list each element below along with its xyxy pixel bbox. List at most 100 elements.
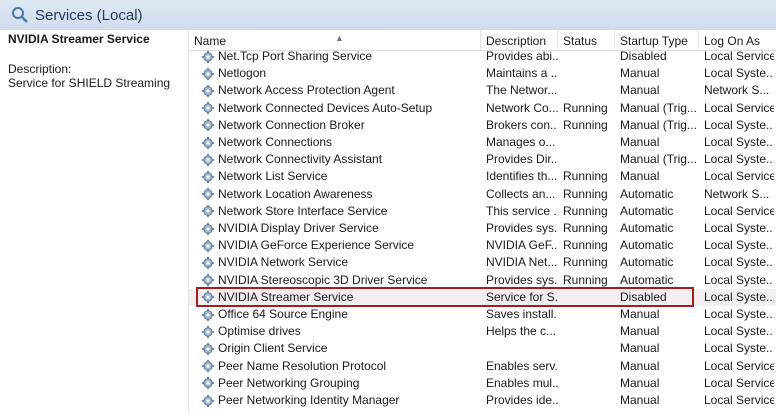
gear-icon	[201, 101, 215, 115]
services-search-icon	[12, 7, 28, 23]
service-status-cell	[563, 134, 617, 151]
service-row[interactable]: Peer Networking Identity Manager Provides…	[189, 392, 776, 409]
service-row[interactable]: Network List Service Identifies th... Runn…	[189, 168, 776, 185]
service-log-on-as-cell: Local Service	[704, 393, 774, 407]
gear-icon	[201, 187, 215, 201]
service-row[interactable]: Network Connected Devices Auto-Setup Netw…	[189, 100, 776, 117]
service-row[interactable]: NVIDIA Network Service NVIDIA Net... Runni…	[189, 254, 776, 271]
service-description-cell: Maintains a ...	[486, 66, 558, 81]
service-name-cell: Peer Name Resolution Protocol	[201, 358, 483, 375]
service-status-cell	[563, 375, 617, 392]
service-row[interactable]: Optimise drives Helps the c... Manual Local…	[189, 323, 776, 340]
service-startup-type-cell: Automatic	[620, 221, 674, 235]
service-status-cell: Running	[563, 238, 608, 253]
column-header-log-on-as[interactable]: Log On As	[699, 30, 776, 50]
service-name: NVIDIA GeForce Experience Service	[218, 238, 415, 253]
service-row[interactable]: NVIDIA Display Driver Service Provides sy…	[189, 220, 776, 237]
service-startup-type-cell: Automatic	[620, 203, 674, 218]
service-description-cell: Provides sys...	[486, 272, 558, 287]
service-name: Network Connected Devices Auto-Setup	[218, 100, 433, 115]
service-description-cell: Service for S...	[486, 289, 558, 304]
service-name-cell: Netlogon	[201, 65, 483, 82]
gear-icon	[201, 67, 215, 81]
service-row[interactable]: Network Location Awareness Collects an...…	[189, 186, 776, 203]
service-description-cell: Helps the c...	[486, 324, 557, 339]
service-name: Network Connection Broker	[218, 117, 365, 132]
service-name: NVIDIA Stereoscopic 3D Driver Service	[218, 272, 428, 287]
service-name-cell: Peer Networking Identity Manager	[201, 392, 483, 409]
gear-icon	[201, 273, 215, 287]
services-table: Name ▲ Description Status Startup Type L…	[189, 30, 776, 412]
service-name-cell: Network Connection Broker	[201, 117, 483, 134]
service-startup-type-cell: Manual (Trig...	[620, 152, 697, 167]
gear-icon	[201, 84, 215, 98]
service-row[interactable]: Network Connection Broker Brokers con... R…	[189, 117, 776, 134]
service-name: Peer Networking Grouping	[218, 375, 360, 390]
service-row[interactable]: NVIDIA Stereoscopic 3D Driver Service Pro…	[189, 272, 776, 289]
service-name: Network Connections	[218, 135, 333, 149]
service-log-on-as-cell: Network S...	[704, 186, 770, 201]
gear-icon	[201, 359, 215, 373]
gear-icon	[201, 153, 215, 167]
service-row[interactable]: NVIDIA GeForce Experience Service NVIDIA …	[189, 237, 776, 254]
service-name-cell: Origin Client Service	[201, 340, 483, 357]
column-header-name[interactable]: Name ▲	[189, 30, 481, 50]
description-label: Description:	[8, 62, 72, 76]
service-row[interactable]: Peer Networking Grouping Enables mul... Ma…	[189, 375, 776, 392]
gear-icon	[201, 342, 215, 356]
service-row[interactable]: NVIDIA Streamer Service Service for S... D…	[189, 288, 776, 306]
service-description-cell: Collects an...	[486, 186, 556, 201]
service-name: Network Store Interface Service	[218, 203, 388, 218]
service-log-on-as-cell: Local Service	[704, 169, 774, 184]
service-row[interactable]: Network Store Interface Service This serv…	[189, 203, 776, 220]
service-name: Network Access Protection Agent	[218, 83, 395, 98]
service-name-cell: Network Location Awareness	[201, 186, 483, 203]
service-name: Network Location Awareness	[218, 186, 373, 201]
service-log-on-as-cell: Local Syste...	[704, 341, 774, 356]
service-name: Office 64 Source Engine	[218, 307, 348, 321]
service-name-cell: Network Store Interface Service	[201, 203, 483, 220]
service-name: Optimise drives	[218, 324, 301, 339]
gear-icon	[201, 376, 215, 390]
column-header-description[interactable]: Description	[481, 30, 558, 50]
gear-icon	[201, 290, 215, 304]
service-name: Peer Name Resolution Protocol	[218, 358, 387, 373]
service-row[interactable]: Origin Client Service Manual Local Syste..…	[189, 340, 776, 357]
service-row[interactable]: Office 64 Source Engine Saves install... M…	[189, 306, 776, 323]
window-title: Services (Local)	[35, 6, 143, 24]
service-row[interactable]: Net.Tcp Port Sharing Service Provides abi…	[189, 48, 776, 65]
service-log-on-as-cell: Local Service	[704, 49, 774, 63]
service-status-cell	[563, 358, 617, 375]
service-startup-type-cell: Manual (Trig...	[620, 100, 697, 115]
service-description-cell: Provides ide...	[486, 393, 558, 407]
service-name-cell: NVIDIA GeForce Experience Service	[201, 237, 483, 254]
service-log-on-as-cell: Local Service	[704, 203, 774, 218]
service-row[interactable]: Network Connections Manages o... Manual Loc…	[189, 134, 776, 151]
service-name-cell: Network Connections	[201, 134, 483, 151]
service-row[interactable]: Netlogon Maintains a ... Manual Local Syste…	[189, 65, 776, 82]
sort-ascending-icon: ▲	[335, 33, 344, 43]
service-description-cell: Provides abi...	[486, 49, 558, 63]
service-status-cell	[563, 306, 617, 323]
service-startup-type-cell: Automatic	[620, 255, 674, 270]
service-description-cell: Identifies th...	[486, 169, 558, 184]
service-startup-type-cell: Automatic	[620, 186, 674, 201]
service-name-cell: NVIDIA Display Driver Service	[201, 220, 483, 237]
gear-icon	[201, 239, 215, 253]
service-status-cell: Running	[563, 255, 608, 270]
service-row[interactable]: Network Access Protection Agent The Netwo…	[189, 82, 776, 99]
service-log-on-as-cell: Local Syste...	[704, 324, 774, 339]
gear-icon	[201, 170, 215, 184]
column-header-startup-type[interactable]: Startup Type	[615, 30, 699, 50]
service-description-cell: Enables serv...	[486, 358, 558, 373]
service-row[interactable]: Network Connectivity Assistant Provides D…	[189, 151, 776, 168]
service-name-cell: Optimise drives	[201, 323, 483, 340]
service-startup-type-cell: Disabled	[620, 289, 667, 304]
selected-service-name: NVIDIA Streamer Service	[8, 32, 150, 46]
service-row[interactable]: Peer Name Resolution Protocol Enables ser…	[189, 358, 776, 375]
service-description-cell: NVIDIA Net...	[486, 255, 558, 270]
service-status-cell: Running	[563, 100, 608, 115]
column-header-status[interactable]: Status	[558, 30, 615, 50]
service-name-cell: NVIDIA Stereoscopic 3D Driver Service	[201, 272, 483, 289]
service-log-on-as-cell: Local Service	[704, 358, 774, 373]
